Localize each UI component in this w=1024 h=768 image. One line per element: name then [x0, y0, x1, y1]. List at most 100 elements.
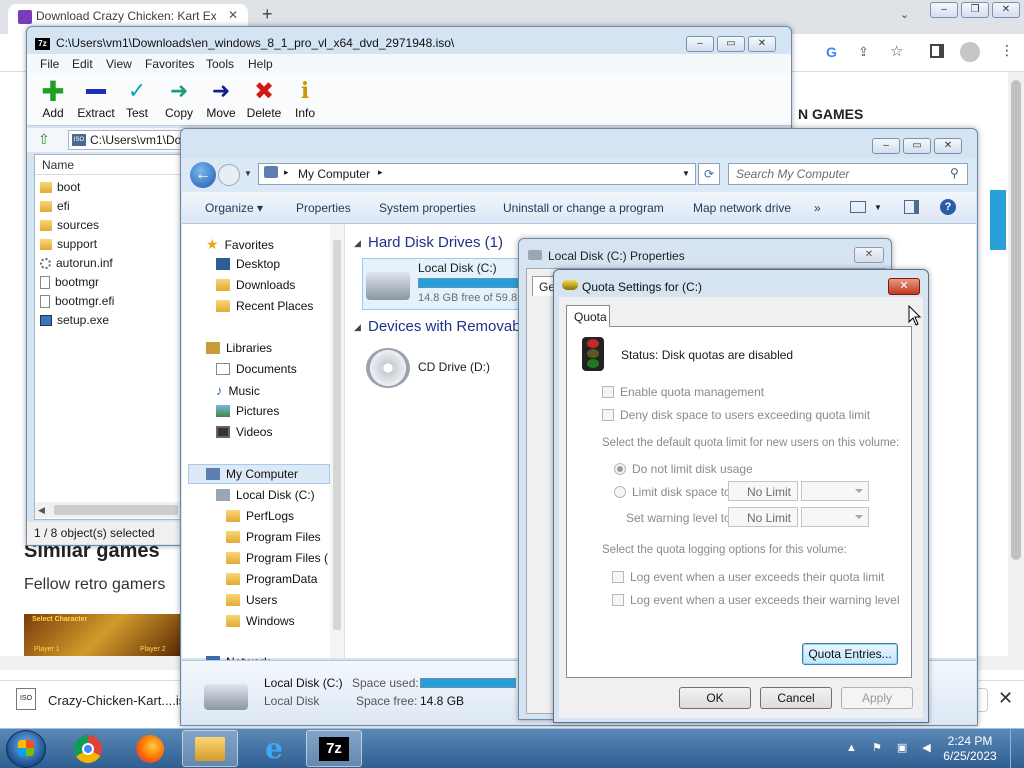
drive-d-name[interactable]: CD Drive (D:) [418, 360, 490, 374]
collapse-group-icon[interactable]: ◢ [354, 322, 361, 333]
hard-disk-group-heading[interactable]: Hard Disk Drives (1) [368, 234, 503, 251]
profile-avatar-icon[interactable] [960, 42, 980, 62]
back-arrow-icon[interactable]: ← [190, 162, 216, 188]
menu-file[interactable]: File [40, 57, 59, 71]
search-icon[interactable]: ⚲ [950, 166, 959, 180]
apply-button[interactable]: Apply [841, 687, 913, 709]
uninstall-program-button[interactable]: Uninstall or change a program [503, 201, 664, 215]
organize-button[interactable]: Organize ▾ [205, 201, 263, 215]
nav-scroll-thumb[interactable] [333, 240, 341, 630]
nav-pictures[interactable]: Pictures [216, 404, 279, 418]
taskbar-explorer[interactable] [182, 730, 238, 767]
maximize-button[interactable]: ❐ [961, 2, 989, 18]
tab-close-icon[interactable]: ✕ [228, 8, 238, 22]
file-row[interactable]: boot [40, 178, 80, 196]
test-button[interactable]: ✓ Test [115, 78, 159, 122]
quota-entries-button[interactable]: Quota Entries... [802, 643, 898, 665]
download-item[interactable]: Crazy-Chicken-Kart....is [48, 693, 185, 708]
breadcrumb[interactable]: My Computer [298, 167, 370, 181]
nav-folder[interactable]: Program Files [226, 530, 321, 544]
nav-local-disk[interactable]: Local Disk (C:) [216, 488, 315, 502]
show-desktop-button[interactable] [1010, 729, 1024, 768]
log-quota-checkbox[interactable]: Log event when a user exceeds their quot… [612, 570, 884, 584]
forward-arrow-icon[interactable] [218, 164, 240, 186]
taskbar-firefox[interactable] [122, 730, 178, 767]
menu-help[interactable]: Help [248, 57, 273, 71]
new-tab-button[interactable]: + [262, 4, 273, 25]
nav-folder[interactable]: PerfLogs [226, 509, 294, 523]
7zip-scroll-thumb[interactable] [54, 505, 178, 515]
info-button[interactable]: i Info [283, 78, 327, 122]
chrome-menu-icon[interactable]: ⋮ [1000, 42, 1014, 59]
side-panel-icon[interactable] [930, 44, 944, 58]
explorer-minimize-button[interactable]: ‒ [872, 138, 900, 154]
view-dropdown-icon[interactable]: ▼ [874, 203, 882, 212]
file-row[interactable]: support [40, 235, 97, 253]
move-button[interactable]: ➜ Move [199, 78, 243, 122]
google-icon[interactable]: G [826, 44, 837, 60]
7zip-close-button[interactable]: ✕ [748, 36, 776, 52]
file-row[interactable]: efi [40, 197, 70, 215]
enable-quota-checkbox[interactable]: Enable quota management [602, 385, 764, 399]
nav-music[interactable]: ♪ Music [216, 383, 260, 398]
menu-tools[interactable]: Tools [206, 57, 234, 71]
name-column-header[interactable]: Name [42, 158, 74, 172]
copy-button[interactable]: ➜ Copy [157, 78, 201, 122]
collapse-group-icon[interactable]: ◢ [354, 238, 361, 249]
limit-value-field[interactable]: No Limit [728, 481, 798, 501]
breadcrumb-arrow-icon[interactable]: ▸ [378, 167, 383, 178]
file-row[interactable]: autorun.inf [40, 254, 113, 272]
log-warning-checkbox[interactable]: Log event when a user exceeds their warn… [612, 593, 900, 607]
nav-downloads[interactable]: Downloads [216, 278, 295, 292]
help-icon[interactable]: ? [940, 199, 956, 215]
taskbar-ie[interactable]: e [246, 730, 302, 767]
system-tray[interactable]: ▲ ⚑ ▣ ◀ [846, 741, 937, 754]
breadcrumb-arrow-icon[interactable]: ▸ [284, 167, 289, 178]
clock[interactable]: 2:24 PM 6/25/2023 [940, 734, 1000, 764]
explorer-close-button[interactable]: ✕ [934, 138, 962, 154]
bookmark-star-icon[interactable]: ☆ [890, 42, 903, 60]
removable-group-heading[interactable]: Devices with Removab [368, 318, 521, 335]
file-row[interactable]: sources [40, 216, 99, 234]
minimize-button[interactable]: ‒ [930, 2, 958, 18]
share-icon[interactable]: ⇪ [858, 44, 869, 60]
taskbar-chrome[interactable] [60, 730, 116, 767]
menu-edit[interactable]: Edit [72, 57, 93, 71]
properties-close-button[interactable]: ✕ [854, 247, 884, 263]
extract-button[interactable]: Extract [74, 78, 118, 122]
limit-space-radio[interactable]: Limit disk space to [614, 485, 731, 499]
no-limit-radio[interactable]: Do not limit disk usage [614, 462, 753, 476]
nav-documents[interactable]: Documents [216, 362, 297, 376]
7zip-maximize-button[interactable]: ▭ [717, 36, 745, 52]
ok-button[interactable]: OK [679, 687, 751, 709]
page-scroll-thumb[interactable] [1011, 80, 1021, 560]
map-network-drive-button[interactable]: Map network drive [693, 201, 791, 215]
warning-unit-select[interactable] [801, 507, 869, 527]
nav-folder[interactable]: Program Files ( [226, 551, 328, 565]
file-row[interactable]: bootmgr.efi [40, 292, 114, 310]
nav-favorites[interactable]: ★ Favorites [206, 236, 274, 253]
refresh-icon[interactable]: ⟳ [698, 163, 720, 185]
view-options-icon[interactable] [850, 201, 866, 213]
explorer-maximize-button[interactable]: ▭ [903, 138, 931, 154]
nav-my-computer[interactable]: My Computer [206, 467, 298, 481]
more-commands-button[interactable]: » [814, 201, 821, 215]
tab-quota[interactable]: Quota [566, 305, 610, 327]
warning-value-field[interactable]: No Limit [728, 507, 798, 527]
tab-search-icon[interactable]: ⌄ [900, 8, 909, 21]
system-properties-button[interactable]: System properties [379, 201, 476, 215]
nav-videos[interactable]: Videos [216, 425, 272, 439]
menu-favorites[interactable]: Favorites [145, 57, 194, 71]
nav-desktop[interactable]: Desktop [216, 257, 280, 271]
quota-close-button[interactable]: ✕ [888, 278, 920, 295]
scroll-left-icon[interactable]: ◀ [38, 505, 45, 516]
properties-button[interactable]: Properties [296, 201, 351, 215]
delete-button[interactable]: ✖ Delete [242, 78, 286, 122]
nav-folder[interactable]: ProgramData [226, 572, 317, 586]
add-button[interactable]: ✚ Add [31, 76, 75, 122]
address-dropdown-icon[interactable]: ▼ [682, 169, 690, 178]
up-folder-icon[interactable]: ⇧ [38, 131, 50, 148]
file-row[interactable]: bootmgr [40, 273, 99, 291]
download-bar-close-icon[interactable]: ✕ [998, 688, 1013, 709]
preview-pane-icon[interactable] [904, 200, 919, 214]
